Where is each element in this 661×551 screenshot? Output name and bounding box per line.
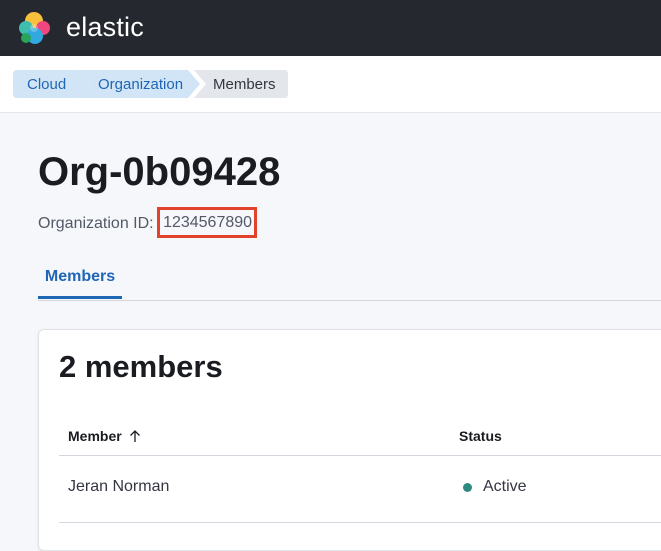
tab-bar: Members [38,257,661,301]
tab-members[interactable]: Members [38,257,122,299]
column-header-status[interactable]: Status [459,428,502,444]
page-title: Org-0b09428 [38,150,281,194]
table-header: Member Status [59,418,661,456]
column-header-label: Member [68,428,122,444]
brand-name: elastic [66,12,144,42]
elastic-logo-icon[interactable] [17,11,51,45]
breadcrumb-members: Members [194,70,288,98]
organization-id-value: 1234567890 [157,207,258,238]
sort-ascending-icon [129,430,140,442]
member-name: Jeran Norman [68,478,170,495]
member-status: Active [463,478,527,496]
status-active-dot-icon [463,482,472,492]
breadcrumb-label: Organization [98,75,184,93]
members-panel: 2 members Member Status Jeran Norman Act… [38,329,661,551]
top-navigation-bar: elastic [0,0,661,56]
column-header-member[interactable]: Member [68,428,142,444]
members-count-title: 2 members [59,349,223,384]
breadcrumb-organization[interactable]: Organization [79,70,200,98]
breadcrumb-label: Members [213,75,276,93]
organization-id: Organization ID: 1234567890 [38,207,258,239]
breadcrumb: Cloud Organization Members [0,56,661,113]
status-label: Active [483,478,527,495]
organization-id-label: Organization ID: [38,215,154,232]
breadcrumb-label: Cloud [27,75,67,93]
table-row: Jeran Norman Active [59,456,661,523]
members-table: Member Status Jeran Norman Active [59,418,661,523]
